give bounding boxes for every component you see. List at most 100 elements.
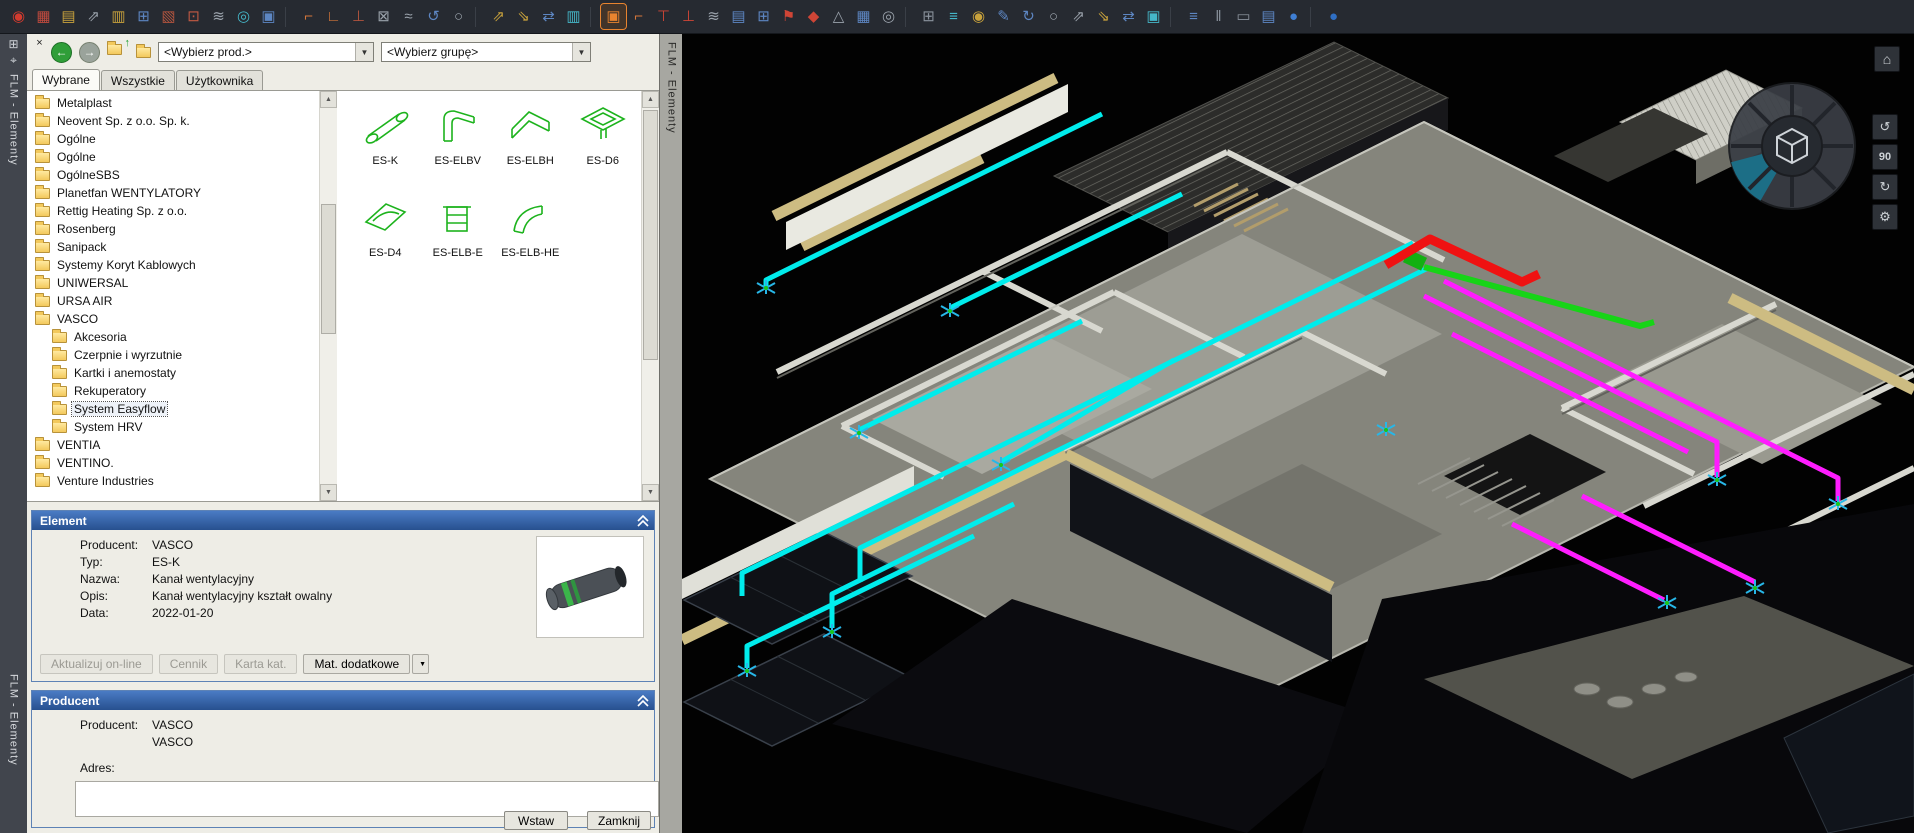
block-icon[interactable]: ⊡ (181, 4, 206, 29)
parameters-icon[interactable]: ▥ (561, 4, 586, 29)
left-dock-tab-top[interactable]: FLM - Elementy (8, 74, 20, 166)
scroll-up-icon[interactable]: ▲ (642, 91, 659, 108)
tree-item[interactable]: Neovent Sp. z o.o. Sp. k. (27, 112, 319, 130)
up-folder-icon[interactable]: ↑ (107, 44, 127, 60)
product-ES-ELB-HE[interactable]: ES-ELB-HE (494, 195, 567, 287)
stack-icon[interactable]: ▤ (1256, 4, 1281, 29)
draw-up-icon[interactable]: ⇗ (486, 4, 511, 29)
tower-icon[interactable]: ▣ (256, 4, 281, 29)
pin-icon[interactable]: ⌖ (10, 53, 17, 68)
tree-item[interactable]: VENTIA (27, 436, 319, 454)
tree-item[interactable]: Kartki i anemostaty (27, 364, 319, 382)
publish-icon[interactable]: ▦ (31, 4, 56, 29)
duct-run-icon[interactable]: ⊥ (346, 4, 371, 29)
scroll-down-icon[interactable]: ▼ (320, 484, 337, 501)
circle-ref-icon[interactable]: ○ (446, 4, 471, 29)
tab-użytkownika[interactable]: Użytkownika (176, 70, 263, 90)
pencil-icon[interactable]: ✎ (991, 4, 1016, 29)
tree-item[interactable]: VENTINO. (27, 454, 319, 472)
right-dock-tab[interactable]: FLM - Elementy (666, 42, 678, 134)
tree-item[interactable]: System Easyflow (27, 400, 319, 418)
product-ES-ELB-E[interactable]: ES-ELB-E (422, 195, 495, 287)
producer-combobox[interactable]: <Wybierz prod.> ▼ (158, 42, 374, 62)
mat-dodatkowe-button[interactable]: Mat. dodatkowe (303, 654, 410, 674)
rect-icon[interactable]: ▭ (1231, 4, 1256, 29)
tree-item[interactable]: Ogólne (27, 148, 319, 166)
tree-item[interactable]: Venture Industries (27, 472, 319, 490)
diameter-icon[interactable]: ◎ (231, 4, 256, 29)
pipe-run-icon[interactable]: ≋ (206, 4, 231, 29)
left-dock-tab-bottom[interactable]: FLM - Elementy (8, 674, 20, 766)
flm-library-icon[interactable]: ▣ (601, 4, 626, 29)
collapse-chevron-icon[interactable] (636, 695, 650, 707)
product-ES-D4[interactable]: ES-D4 (349, 195, 422, 287)
product-ES-ELBV[interactable]: ES-ELBV (422, 103, 495, 195)
arrow-ne-icon[interactable]: ⇗ (1066, 4, 1091, 29)
draw-down-icon[interactable]: ⇘ (511, 4, 536, 29)
duct-angle-icon[interactable]: ∟ (321, 4, 346, 29)
tree-item[interactable]: Metalplast (27, 94, 319, 112)
tree-item[interactable]: Akcesoria (27, 328, 319, 346)
duct-tee-icon[interactable]: ⊤ (651, 4, 676, 29)
sheet-set-icon[interactable]: ▥ (106, 4, 131, 29)
orbit-left-icon[interactable]: ↺ (1872, 114, 1898, 140)
tab-wybrane[interactable]: Wybrane (32, 69, 100, 90)
arrow-se-icon[interactable]: ⇘ (1091, 4, 1116, 29)
markup-icon[interactable]: ▧ (156, 4, 181, 29)
tree-item[interactable]: OgólneSBS (27, 166, 319, 184)
open-folder-icon[interactable] (136, 47, 151, 58)
mat-dodatkowe-dropdown-button[interactable]: ▼ (412, 654, 429, 674)
group-combobox[interactable]: <Wybierz grupę> ▼ (381, 42, 591, 62)
expand-icon[interactable]: ⇄ (1116, 4, 1141, 29)
duct-cross-icon[interactable]: ⊥ (676, 4, 701, 29)
product-ES-D6[interactable]: ES-D6 (567, 103, 640, 195)
table-icon[interactable]: ⊞ (131, 4, 156, 29)
hammer-icon[interactable]: ⊠ (371, 4, 396, 29)
settings-icon[interactable]: ⚙ (1872, 204, 1898, 230)
palette-close-button[interactable]: × (33, 37, 46, 50)
tree-item[interactable]: Planetfan WENTYLATORY (27, 184, 319, 202)
menu-icon[interactable]: ≡ (1181, 4, 1206, 29)
element-section-header[interactable]: Element (32, 511, 654, 530)
angle-90-icon[interactable]: 90 (1872, 144, 1898, 170)
flex-icon[interactable]: ≈ (396, 4, 421, 29)
layers-icon[interactable]: ▤ (726, 4, 751, 29)
aktualizuj-on-line-button[interactable]: Aktualizuj on-line (40, 654, 153, 674)
stretch-icon[interactable]: ⇄ (536, 4, 561, 29)
plot-style-icon[interactable]: ◉ (6, 4, 31, 29)
viewport-3d[interactable]: ⌂ ↺90↻⚙ (682, 34, 1914, 833)
scroll-down-icon[interactable]: ▼ (642, 484, 659, 501)
orbit-right-icon[interactable]: ↻ (1872, 174, 1898, 200)
tree-item[interactable]: System HRV (27, 418, 319, 436)
tree-item[interactable]: UNIWERSAL (27, 274, 319, 292)
chevron-down-icon[interactable]: ▼ (572, 43, 590, 61)
flag-icon[interactable]: ⚑ (776, 4, 801, 29)
panel-icon[interactable]: ▦ (851, 4, 876, 29)
back-icon[interactable]: ← (51, 42, 72, 63)
product-ES-K[interactable]: ES-K (349, 103, 422, 195)
tree-item[interactable]: Czerpnie i wyrzutnie (27, 346, 319, 364)
forward-icon[interactable]: → (79, 42, 100, 63)
grid2-icon[interactable]: ⊞ (916, 4, 941, 29)
scrollbar-thumb[interactable] (643, 110, 658, 360)
p-box-icon[interactable]: ▣ (1141, 4, 1166, 29)
bolt-icon[interactable]: ◉ (966, 4, 991, 29)
duct-horizontal-icon[interactable]: ⌐ (626, 4, 651, 29)
tree-item[interactable]: URSA AIR (27, 292, 319, 310)
list-icon[interactable]: ≡ (941, 4, 966, 29)
orbit-icon[interactable]: ↻ (1016, 4, 1041, 29)
batch-export-icon[interactable]: ▤ (56, 4, 81, 29)
settings-gray-icon[interactable]: ◎ (876, 4, 901, 29)
scroll-up-icon[interactable]: ▲ (320, 91, 337, 108)
rotate-left-icon[interactable]: ↺ (421, 4, 446, 29)
triangle-icon[interactable]: △ (826, 4, 851, 29)
tree-item[interactable]: Ogólne (27, 130, 319, 148)
divider-icon[interactable]: ‖ (1206, 4, 1231, 29)
flex-duct-icon[interactable]: ≋ (701, 4, 726, 29)
duct-elbow-icon[interactable]: ⌐ (296, 4, 321, 29)
collapse-chevron-icon[interactable] (636, 515, 650, 527)
karta-kat--button[interactable]: Karta kat. (224, 654, 297, 674)
render-sphere-icon[interactable]: ● (1281, 4, 1306, 29)
product-ES-ELBH[interactable]: ES-ELBH (494, 103, 567, 195)
chevron-down-icon[interactable]: ▼ (355, 43, 373, 61)
